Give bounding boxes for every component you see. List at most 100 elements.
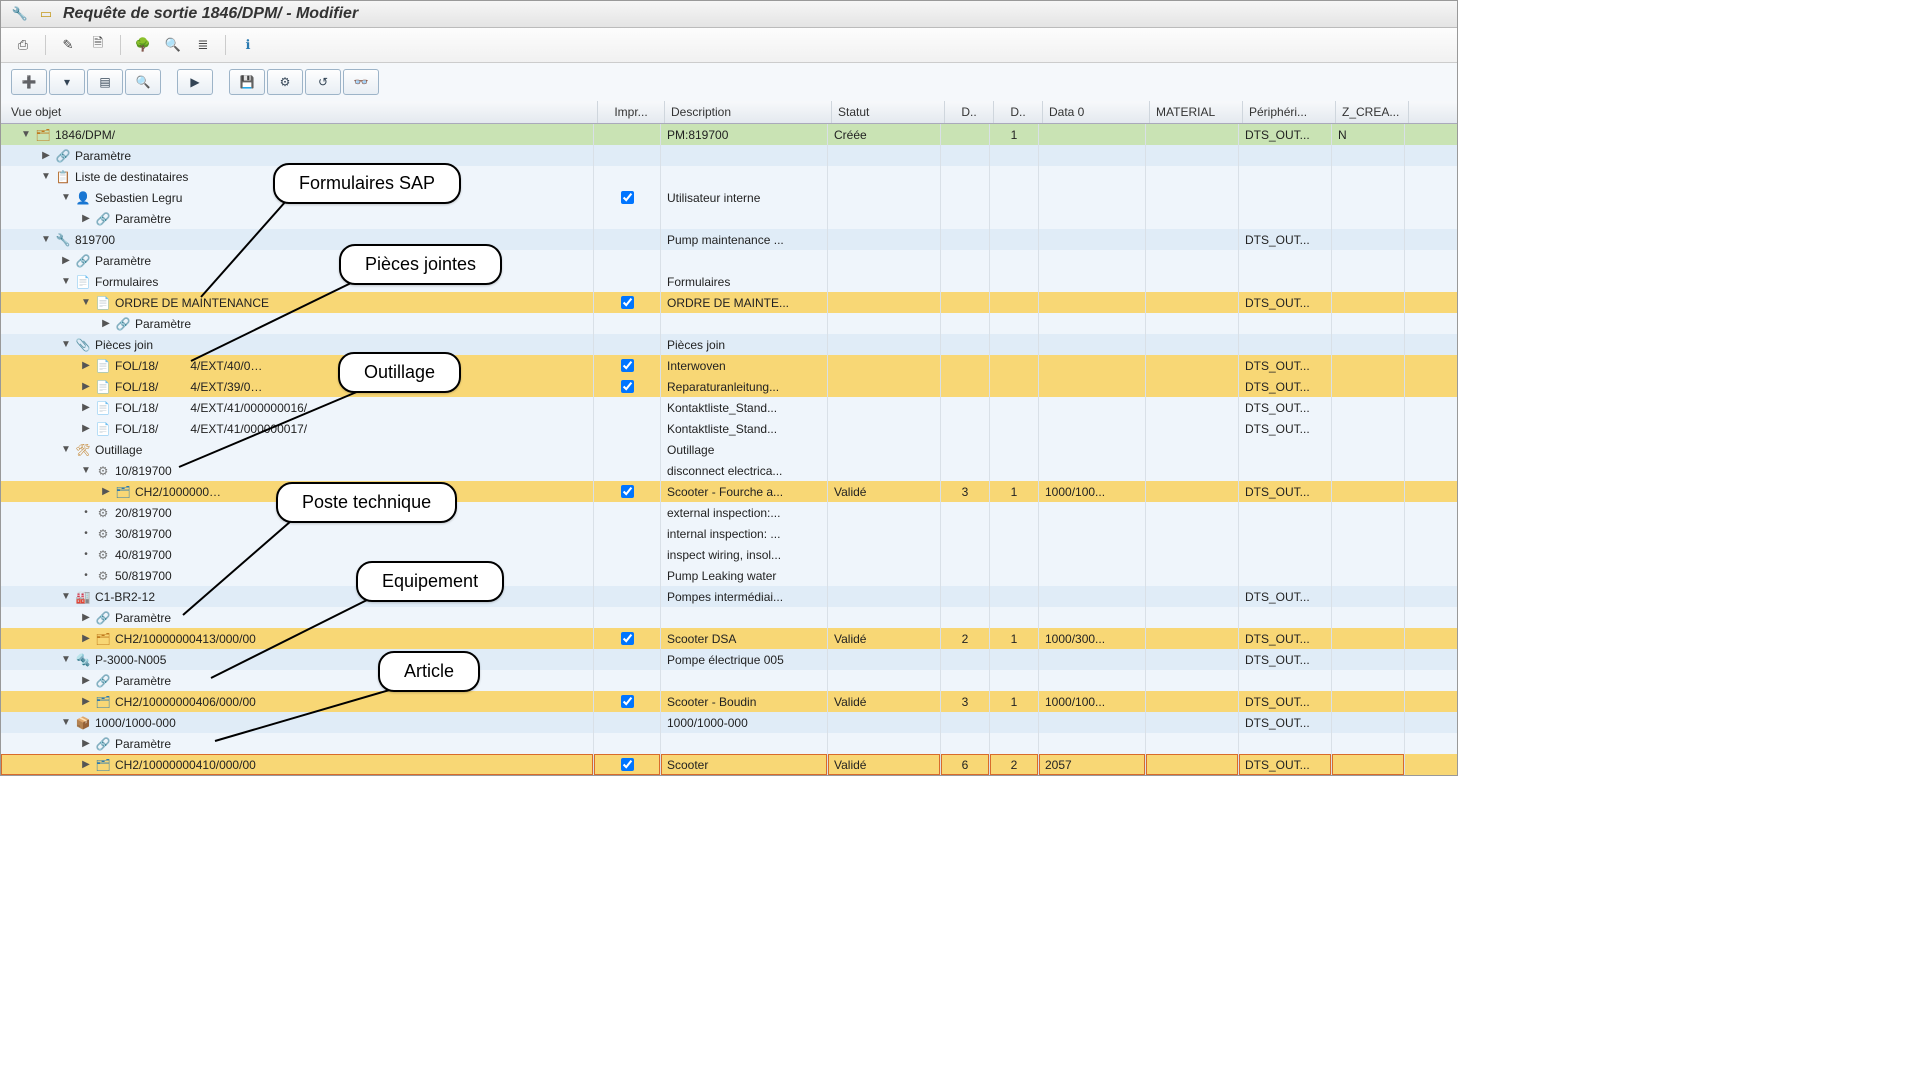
- expand-icon[interactable]: ▼: [61, 444, 71, 455]
- tree-row[interactable]: ▼🔧819700Pump maintenance ...DTS_OUT...: [1, 229, 1457, 250]
- tool-layout-button[interactable]: ▤: [87, 69, 123, 95]
- tree-cell[interactable]: ▶🔗Paramètre: [1, 208, 594, 229]
- tree-row[interactable]: ▼🔩P-3000-N005Pompe électrique 005DTS_OUT…: [1, 649, 1457, 670]
- tool-run-button[interactable]: ▶: [177, 69, 213, 95]
- print-checkbox-cell[interactable]: [594, 712, 661, 733]
- tree-row[interactable]: ▶🗂CH2/10000000410/000/00ScooterValidé622…: [1, 754, 1457, 775]
- tree-row[interactable]: ▼📋Liste de destinataires: [1, 166, 1457, 187]
- tree-cell[interactable]: •⚙50/819700: [1, 565, 594, 586]
- print-checkbox-cell[interactable]: [594, 733, 661, 754]
- print-checkbox-cell[interactable]: [594, 523, 661, 544]
- col-impr[interactable]: Impr...: [598, 101, 665, 123]
- col-desc[interactable]: Description: [665, 101, 832, 123]
- tree-row[interactable]: •⚙20/819700external inspection:...: [1, 502, 1457, 523]
- tree-cell[interactable]: ▶🔗Paramètre: [1, 313, 594, 334]
- tree-row[interactable]: ▶🔗Paramètre: [1, 670, 1457, 691]
- tree-row[interactable]: ▼🗂1846/DPM/PM:819700Créée1DTS_OUT...N: [1, 124, 1457, 145]
- col-peri[interactable]: Périphéri...: [1243, 101, 1336, 123]
- tree-cell[interactable]: ▶📄FOL/18/4/EXT/41/000000016/: [1, 397, 594, 418]
- collapse-icon[interactable]: ▶: [81, 633, 91, 644]
- tree-row[interactable]: •⚙30/819700internal inspection: ...: [1, 523, 1457, 544]
- tree-cell[interactable]: ▼⚙10/819700: [1, 460, 594, 481]
- col-data0[interactable]: Data 0: [1043, 101, 1150, 123]
- tool-save-button[interactable]: 💾: [229, 69, 265, 95]
- print-checkbox-cell[interactable]: [594, 208, 661, 229]
- tree-row[interactable]: ▶🗂CH2/10000000413/000/00Scooter DSAValid…: [1, 628, 1457, 649]
- leaf-icon[interactable]: •: [81, 528, 91, 539]
- tree-row[interactable]: ▶🔗Paramètre: [1, 607, 1457, 628]
- tree-cell[interactable]: ▼🗂1846/DPM/: [1, 124, 594, 145]
- col-stat[interactable]: Statut: [832, 101, 945, 123]
- tree-row[interactable]: ▼📦1000/1000-0001000/1000-000DTS_OUT...: [1, 712, 1457, 733]
- expand-icon[interactable]: ▼: [61, 276, 71, 287]
- col-zc[interactable]: Z_CREA...: [1336, 101, 1409, 123]
- collapse-icon[interactable]: ▶: [81, 381, 91, 392]
- collapse-icon[interactable]: ▶: [81, 423, 91, 434]
- collapse-icon[interactable]: ▶: [81, 360, 91, 371]
- tree-row[interactable]: ▶📄FOL/18/4/EXT/41/000000016/Kontaktliste…: [1, 397, 1457, 418]
- stack-button[interactable]: ≣: [191, 33, 215, 57]
- tree-cell[interactable]: ▶🗂CH2/10000000406/000/00: [1, 691, 594, 712]
- print-checkbox-cell[interactable]: [594, 355, 661, 376]
- print-checkbox-cell[interactable]: [594, 418, 661, 439]
- expand-icon[interactable]: ▼: [61, 717, 71, 728]
- print-checkbox-cell[interactable]: [594, 586, 661, 607]
- collapse-icon[interactable]: ▶: [81, 675, 91, 686]
- collapse-icon[interactable]: ▶: [81, 759, 91, 770]
- print-checkbox-cell[interactable]: [594, 649, 661, 670]
- tree-row[interactable]: ▼📄ORDRE DE MAINTENANCEORDRE DE MAINTE...…: [1, 292, 1457, 313]
- print-checkbox[interactable]: [621, 191, 634, 204]
- tree-row[interactable]: •⚙50/819700Pump Leaking water: [1, 565, 1457, 586]
- print-checkbox-cell[interactable]: [594, 607, 661, 628]
- tool-dropdown-button[interactable]: ▾: [49, 69, 85, 95]
- print-checkbox-cell[interactable]: [594, 502, 661, 523]
- tree-cell[interactable]: •⚙30/819700: [1, 523, 594, 544]
- tree-row[interactable]: ▼🏭C1-BR2-12Pompes intermédiai...DTS_OUT.…: [1, 586, 1457, 607]
- tree-row[interactable]: ▶🔗Paramètre: [1, 250, 1457, 271]
- collapse-icon[interactable]: ▶: [81, 402, 91, 413]
- collapse-icon[interactable]: ▶: [81, 696, 91, 707]
- tree-cell[interactable]: ▼📄ORDRE DE MAINTENANCE: [1, 292, 594, 313]
- tree-cell[interactable]: ▼📎Pièces join: [1, 334, 594, 355]
- tree-row[interactable]: •⚙40/819700inspect wiring, insol...: [1, 544, 1457, 565]
- print-checkbox[interactable]: [621, 296, 634, 309]
- tree-cell[interactable]: ▶🗂CH2/10000000410/000/00: [1, 754, 594, 775]
- tree-row[interactable]: ▶🗂CH2/1000000…Scooter - Fourche a...Vali…: [1, 481, 1457, 502]
- print-checkbox[interactable]: [621, 632, 634, 645]
- tree-cell[interactable]: ▶📄FOL/18/4/EXT/39/0…: [1, 376, 594, 397]
- tree-row[interactable]: ▶📄FOL/18/4/EXT/40/0…InterwovenDTS_OUT...: [1, 355, 1457, 376]
- expand-icon[interactable]: ▼: [61, 591, 71, 602]
- collapse-icon[interactable]: ▶: [81, 612, 91, 623]
- tree-cell[interactable]: ▼📦1000/1000-000: [1, 712, 594, 733]
- tree-cell[interactable]: ▶📄FOL/18/4/EXT/41/000000017/: [1, 418, 594, 439]
- find-button[interactable]: 🔍: [161, 33, 185, 57]
- print-checkbox[interactable]: [621, 485, 634, 498]
- expand-icon[interactable]: ▼: [61, 339, 71, 350]
- print-checkbox-cell[interactable]: [594, 397, 661, 418]
- expand-icon[interactable]: ▼: [61, 192, 71, 203]
- print-checkbox-cell[interactable]: [594, 628, 661, 649]
- print-checkbox-cell[interactable]: [594, 376, 661, 397]
- tree-row[interactable]: ▶🔗Paramètre: [1, 733, 1457, 754]
- print-checkbox-cell[interactable]: [594, 250, 661, 271]
- tree-cell[interactable]: ▶🔗Paramètre: [1, 670, 594, 691]
- print-checkbox-cell[interactable]: [594, 145, 661, 166]
- tree-cell[interactable]: ▶📄FOL/18/4/EXT/40/0…: [1, 355, 594, 376]
- tree-row[interactable]: ▶🔗Paramètre: [1, 313, 1457, 334]
- col-tree[interactable]: Vue objet: [1, 101, 598, 123]
- print-checkbox-cell[interactable]: [594, 754, 661, 775]
- tree-cell[interactable]: ▶🗂CH2/10000000413/000/00: [1, 628, 594, 649]
- tree-cell[interactable]: ▼📄Formulaires: [1, 271, 594, 292]
- print-checkbox-cell[interactable]: [594, 334, 661, 355]
- new-button[interactable]: 🗎: [86, 33, 110, 57]
- tree-row[interactable]: ▼📎Pièces joinPièces join: [1, 334, 1457, 355]
- print-checkbox-cell[interactable]: [594, 691, 661, 712]
- col-d1[interactable]: D..: [945, 101, 994, 123]
- collapse-icon[interactable]: ▶: [101, 318, 111, 329]
- tree-cell[interactable]: ▶🔗Paramètre: [1, 607, 594, 628]
- print-checkbox-cell[interactable]: [594, 229, 661, 250]
- print-checkbox-cell[interactable]: [594, 187, 661, 208]
- tree-cell[interactable]: ▼🔩P-3000-N005: [1, 649, 594, 670]
- collapse-icon[interactable]: ▶: [101, 486, 111, 497]
- print-checkbox-cell[interactable]: [594, 481, 661, 502]
